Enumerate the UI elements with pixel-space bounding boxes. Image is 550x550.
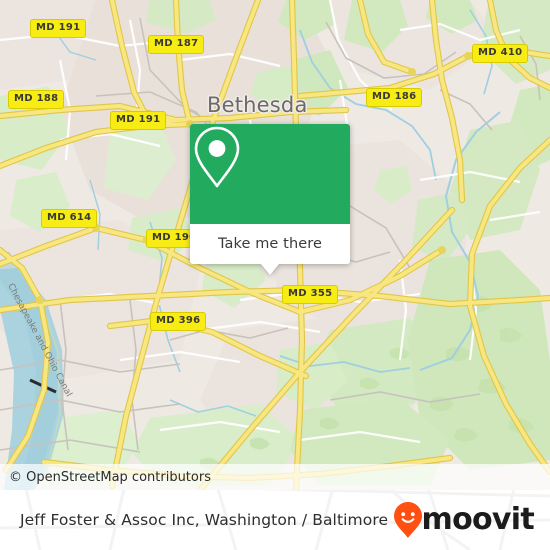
footer-bar: Jeff Foster & Assoc Inc, Washington / Ba… [0,490,550,550]
take-me-there-button[interactable]: Take me there [190,224,350,264]
road-shield-md-188[interactable]: MD 188 [8,90,65,109]
footer-content: Jeff Foster & Assoc Inc, Washington / Ba… [0,490,550,550]
map-attribution-bar: © OpenStreetMap contributors [0,464,550,490]
road-shield-md-355[interactable]: MD 355 [282,285,339,304]
road-shield-md-614[interactable]: MD 614 [41,209,98,228]
moovit-logo[interactable]: moovit [393,501,535,539]
road-shield-md-396[interactable]: MD 396 [150,312,207,331]
road-shield-md-186[interactable]: MD 186 [366,88,423,107]
popup-image-panel [190,124,350,224]
moovit-smiley-pin-icon [393,501,423,539]
road-shield-md-191-north[interactable]: MD 191 [30,19,87,38]
popup-body: Take me there [190,124,350,264]
moovit-wordmark: moovit [421,502,535,537]
road-shield-md-187[interactable]: MD 187 [148,35,205,54]
map-screenshot: Bethesda Chesapeake and Ohio Canal MD 19… [0,0,550,550]
map-canvas[interactable]: Bethesda Chesapeake and Ohio Canal MD 19… [0,0,550,490]
road-shield-md-410[interactable]: MD 410 [472,44,529,63]
footer-place-title: Jeff Foster & Assoc Inc, Washington / Ba… [20,511,389,529]
popup-tail [261,263,279,275]
place-label-bethesda: Bethesda [207,93,308,117]
road-shield-md-191-south[interactable]: MD 191 [110,111,167,130]
osm-attribution-text[interactable]: © OpenStreetMap contributors [9,470,211,485]
location-popup-card[interactable]: Take me there [190,124,350,275]
